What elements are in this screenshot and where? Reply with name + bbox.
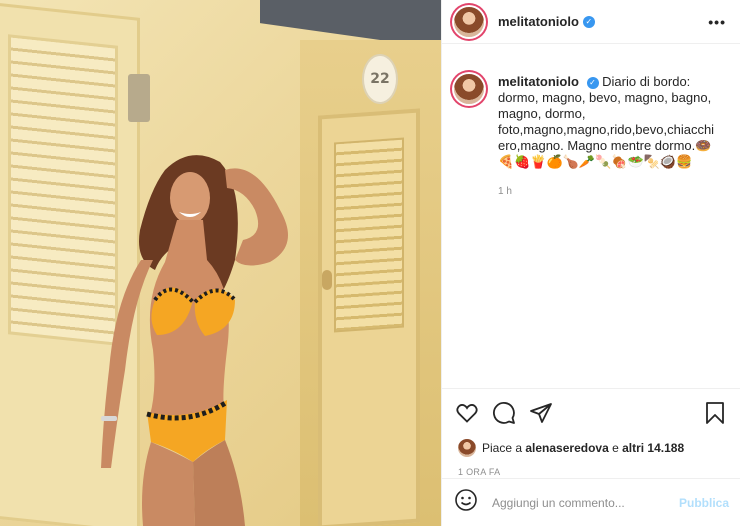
door-number: 22 [370,71,390,87]
caption: melitatoniolo ✓ Diario di bordo: dormo, … [498,74,718,388]
comment-input[interactable] [492,495,662,510]
post-sidebar: melitatoniolo ✓ ••• melitatoniolo ✓ Diar… [441,0,740,526]
caption-avatar[interactable] [454,74,484,104]
likes-text: Piace a alenaseredova e altri 14.188 [482,441,684,455]
comment-bar: Pubblica [442,478,740,526]
caption-time[interactable]: 1 h [498,184,718,200]
door-number-plaque: 22 [362,54,398,104]
heart-icon[interactable] [454,400,480,426]
caption-block: melitatoniolo ✓ Diario di bordo: dormo, … [442,44,740,388]
likes-prefix: Piace a [482,441,526,455]
share-icon[interactable] [528,400,554,426]
verified-badge-icon: ✓ [586,76,599,89]
likes-row: Piace a alenaseredova e altri 14.188 [442,436,740,460]
publish-button[interactable]: Pubblica [679,496,729,510]
post-header: melitatoniolo ✓ ••• [442,0,740,44]
liker-username[interactable]: alenaseredova [525,441,608,455]
action-bar [442,388,740,436]
door-hinge [128,74,150,122]
woman-figure [101,155,288,526]
author-avatar[interactable] [454,6,484,37]
likes-count[interactable]: altri 14.188 [622,441,684,455]
more-options-icon[interactable]: ••• [708,14,726,30]
likes-middle: e [608,441,623,455]
comment-icon[interactable] [491,400,517,426]
liker-avatar[interactable] [458,439,476,457]
author-username[interactable]: melitatoniolo [498,14,579,29]
bookmark-icon[interactable] [702,400,728,426]
caption-username[interactable]: melitatoniolo [498,74,579,89]
post-photo[interactable]: 22 [0,0,441,526]
right-shutter [334,137,404,333]
verified-badge-icon: ✓ [582,15,595,28]
smiley-icon[interactable] [454,488,478,517]
door-knob [322,270,332,290]
